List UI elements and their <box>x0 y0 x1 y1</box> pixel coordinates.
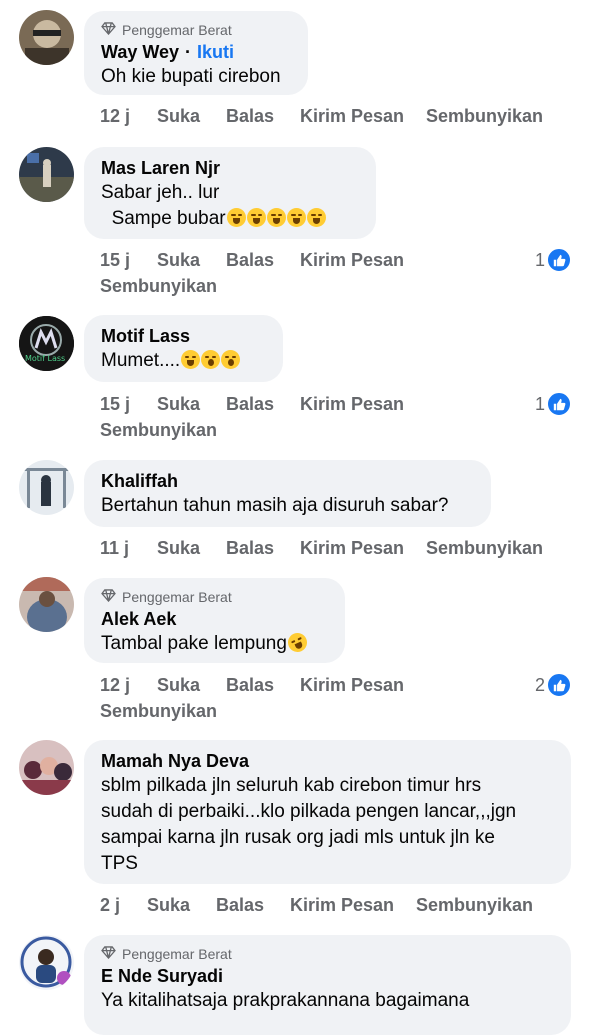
timestamp[interactable]: 15 j <box>100 394 130 415</box>
thumbs-up-icon <box>547 392 571 416</box>
reaction-number: 1 <box>534 249 545 270</box>
follow-button[interactable]: Ikuti <box>197 40 234 64</box>
fan-badge: Penggemar Berat <box>101 21 291 39</box>
fan-badge: Penggemar Berat <box>101 588 328 606</box>
comment-text-line: TPS <box>101 853 138 874</box>
comment-bubble: Motif Lass Mumet.... <box>84 315 283 382</box>
reaction-count[interactable]: 1 <box>535 392 571 416</box>
commenter-name[interactable]: Khaliffah <box>101 469 178 493</box>
comment-bubble: Khaliffah Bertahun tahun masih aja disur… <box>84 460 491 527</box>
timestamp[interactable]: 11 j <box>100 538 129 559</box>
commenter-name[interactable]: Motif Lass <box>101 324 190 348</box>
reaction-count[interactable]: 2 <box>535 673 571 697</box>
commenter-name[interactable]: Way Wey <box>101 40 179 64</box>
comment-text-line: Mumet.... <box>101 350 181 371</box>
reaction-number: 2 <box>534 674 545 695</box>
like-button[interactable]: Suka <box>157 675 200 696</box>
reaction-number: 1 <box>534 393 545 414</box>
comment-text-line: Sabar jeh.. lur <box>101 182 220 203</box>
badge-label: Penggemar Berat <box>122 589 232 605</box>
thumbs-up-icon <box>547 248 571 272</box>
comment-text: Tambal pake lempung <box>101 629 328 657</box>
hide-button[interactable]: Sembunyikan <box>426 106 543 127</box>
fan-badge: Penggemar Berat <box>101 945 554 963</box>
rolling-on-floor-laughing-icon <box>284 629 311 656</box>
comment-text: Ya kitalihatsaja prakprakannana bagaiman… <box>101 990 470 1011</box>
comment-text-line: sampai karna jln rusak org jadi mls untu… <box>101 827 495 848</box>
comment-text: Mumet.... <box>101 348 266 374</box>
reply-button[interactable]: Balas <box>226 538 274 559</box>
reply-button[interactable]: Balas <box>226 106 274 127</box>
comment-text-line: sudah di perbaiki...klo pilkada pengen l… <box>101 801 517 822</box>
avatar-caption: Motif Lass <box>25 354 66 363</box>
face-hand-over-mouth-icon <box>226 208 246 227</box>
message-button[interactable]: Kirim Pesan <box>300 538 404 559</box>
avatar[interactable] <box>19 935 74 990</box>
comment-text: Sampe bubar <box>101 206 359 232</box>
diamond-icon <box>101 22 116 38</box>
commenter-name[interactable]: Alek Aek <box>101 607 176 631</box>
like-button[interactable]: Suka <box>157 106 200 127</box>
comment-text-line: sblm pilkada jln seluruh kab cirebon tim… <box>101 775 482 796</box>
reply-button[interactable]: Balas <box>226 250 274 271</box>
timestamp[interactable]: 12 j <box>100 106 130 127</box>
diamond-icon <box>101 589 116 605</box>
hide-button[interactable]: Sembunyikan <box>416 895 533 916</box>
avatar[interactable] <box>19 147 74 202</box>
commenter-name[interactable]: E Nde Suryadi <box>101 964 223 988</box>
reaction-count[interactable]: 1 <box>535 248 571 272</box>
hide-button[interactable]: Sembunyikan <box>426 538 543 559</box>
avatar[interactable] <box>19 460 74 515</box>
yawning-face-icon <box>201 350 221 369</box>
thumbs-up-icon <box>547 673 571 697</box>
hide-button[interactable]: Sembunyikan <box>100 420 217 441</box>
face-hand-over-mouth-icon <box>266 208 286 227</box>
message-button[interactable]: Kirim Pesan <box>300 106 404 127</box>
timestamp[interactable]: 15 j <box>100 250 130 271</box>
comment-bubble: Mas Laren Njr Sabar jeh.. lur Sampe buba… <box>84 147 376 239</box>
yawning-face-icon <box>221 350 241 369</box>
like-button[interactable]: Suka <box>157 394 200 415</box>
face-hand-over-mouth-icon <box>306 208 326 227</box>
separator-dot: · <box>185 42 192 62</box>
reply-button[interactable]: Balas <box>216 895 264 916</box>
message-button[interactable]: Kirim Pesan <box>290 895 394 916</box>
like-button[interactable]: Suka <box>147 895 190 916</box>
face-hand-over-mouth-icon <box>286 208 306 227</box>
message-button[interactable]: Kirim Pesan <box>300 675 404 696</box>
like-button[interactable]: Suka <box>157 538 200 559</box>
commenter-name[interactable]: Mamah Nya Deva <box>101 749 249 773</box>
avatar[interactable] <box>19 10 74 65</box>
grinning-face-icon <box>181 350 201 369</box>
like-button[interactable]: Suka <box>157 250 200 271</box>
avatar[interactable] <box>19 577 74 632</box>
timestamp[interactable]: 2 j <box>100 895 120 916</box>
comment-bubble: Penggemar Berat E Nde Suryadi Ya kitalih… <box>84 935 571 1035</box>
comment-text: Sabar jeh.. lur <box>101 180 359 206</box>
badge-label: Penggemar Berat <box>122 22 232 38</box>
hide-button[interactable]: Sembunyikan <box>100 701 217 722</box>
reply-button[interactable]: Balas <box>226 394 274 415</box>
message-button[interactable]: Kirim Pesan <box>300 250 404 271</box>
diamond-icon <box>101 946 116 962</box>
avatar[interactable]: Motif Lass <box>19 316 74 371</box>
badge-label: Penggemar Berat <box>122 946 232 962</box>
face-hand-over-mouth-icon <box>246 208 266 227</box>
comment-text-line: Tambal pake lempung <box>101 633 287 654</box>
comment-text: Oh kie bupati cirebon <box>101 66 281 87</box>
message-button[interactable]: Kirim Pesan <box>300 394 404 415</box>
timestamp[interactable]: 12 j <box>100 675 130 696</box>
reply-button[interactable]: Balas <box>226 675 274 696</box>
comment-bubble: Penggemar Berat Way Wey · Ikuti Oh kie b… <box>84 11 308 95</box>
commenter-name[interactable]: Mas Laren Njr <box>101 156 220 180</box>
avatar[interactable] <box>19 740 74 795</box>
comment-bubble: Mamah Nya Deva sblm pilkada jln seluruh … <box>84 740 571 884</box>
hide-button[interactable]: Sembunyikan <box>100 276 217 297</box>
comment-text: Bertahun tahun masih aja disuruh sabar? <box>101 495 449 516</box>
comment-bubble: Penggemar Berat Alek Aek Tambal pake lem… <box>84 578 345 663</box>
comment-text-line: Sampe bubar <box>101 208 226 229</box>
